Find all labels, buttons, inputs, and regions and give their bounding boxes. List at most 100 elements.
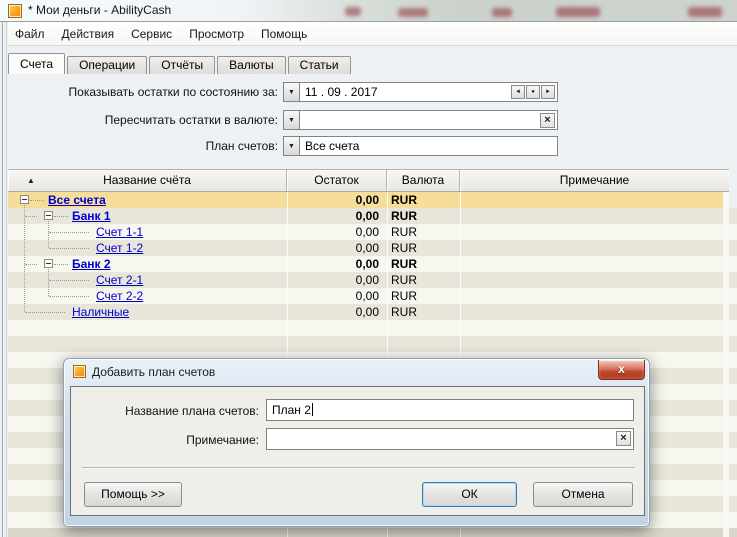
dialog-body: Название плана счетов: План 2 Примечание… bbox=[70, 386, 645, 516]
tab-currencies[interactable]: Валюты bbox=[217, 56, 286, 74]
note-label: Примечание: bbox=[71, 430, 259, 450]
currency-value: RUR bbox=[391, 256, 451, 272]
tree-line bbox=[54, 216, 68, 217]
tab-accounts[interactable]: Счета bbox=[8, 53, 65, 74]
account-link[interactable]: Банк 1 bbox=[72, 208, 111, 224]
balance-value: 0,00 bbox=[208, 192, 379, 208]
currency-input[interactable]: × bbox=[300, 110, 558, 130]
tree-collapse-icon[interactable] bbox=[44, 211, 53, 220]
menu-item-0[interactable]: Файл bbox=[13, 22, 47, 46]
account-link[interactable]: Счет 2-2 bbox=[96, 288, 143, 304]
currency-value: RUR bbox=[391, 224, 451, 240]
currency-value: RUR bbox=[391, 304, 451, 320]
empty-row bbox=[8, 528, 737, 537]
table-right-edge bbox=[723, 192, 729, 537]
tree-line bbox=[48, 221, 49, 248]
date-today-button[interactable]: ● bbox=[526, 85, 540, 99]
currency-dropdown-icon[interactable]: ▼ bbox=[283, 110, 300, 130]
tree-line bbox=[25, 216, 37, 217]
help-button[interactable]: Помощь >> bbox=[84, 482, 182, 507]
note-input[interactable]: × bbox=[266, 428, 634, 450]
tree-line bbox=[49, 248, 89, 249]
currency-value: RUR bbox=[391, 192, 451, 208]
menu-item-4[interactable]: Помощь bbox=[259, 22, 309, 46]
app-window: * Мои деньги - AbilityCash Файл Действия С… bbox=[0, 0, 737, 537]
account-link[interactable]: Банк 2 bbox=[72, 256, 111, 272]
empty-row bbox=[8, 320, 737, 336]
dialog-separator bbox=[82, 467, 635, 469]
tree-line bbox=[49, 280, 89, 281]
tree-line bbox=[25, 264, 37, 265]
column-header-currency[interactable]: Валюта bbox=[387, 170, 460, 191]
cancel-button[interactable]: Отмена bbox=[533, 482, 633, 507]
plan-filter-row: План счетов: ▼ Все счета bbox=[0, 136, 737, 156]
balance-value: 0,00 bbox=[208, 272, 379, 288]
currency-filter-row: Пересчитать остатки в валюте: ▼ × bbox=[0, 110, 737, 130]
table-row[interactable]: Счет 2-20,00RUR bbox=[8, 288, 737, 304]
plan-input[interactable]: Все счета bbox=[300, 136, 558, 156]
plan-name-value: План 2 bbox=[272, 403, 311, 417]
dialog-title: Добавить план счетов bbox=[92, 359, 215, 386]
balance-value: 0,00 bbox=[208, 224, 379, 240]
balance-value: 0,00 bbox=[208, 304, 379, 320]
plan-name-input[interactable]: План 2 bbox=[266, 399, 634, 421]
date-filter-row: Показывать остатки по состоянию за: ▼ 11… bbox=[0, 82, 737, 102]
account-link[interactable]: Счет 1-1 bbox=[96, 224, 143, 240]
account-link[interactable]: Все счета bbox=[48, 192, 106, 208]
tab-operations[interactable]: Операции bbox=[67, 56, 147, 74]
tree-collapse-icon[interactable] bbox=[44, 259, 53, 268]
balance-value: 0,00 bbox=[208, 240, 379, 256]
date-prev-button[interactable]: ◄ bbox=[511, 85, 525, 99]
column-header-name[interactable]: Название счёта bbox=[8, 170, 287, 191]
tree-line bbox=[25, 312, 65, 313]
ok-button[interactable]: ОК bbox=[422, 482, 517, 507]
currency-filter-label: Пересчитать остатки в валюте: bbox=[0, 110, 278, 130]
tab-reports[interactable]: Отчёты bbox=[149, 56, 215, 74]
table-row[interactable]: Все счета 0,00 RUR bbox=[8, 192, 726, 208]
plan-value: Все счета bbox=[305, 139, 359, 153]
date-input[interactable]: 11 . 09 . 2017 ◄●► bbox=[300, 82, 558, 102]
column-header-note[interactable]: Примечание bbox=[460, 170, 729, 191]
date-filter-label: Показывать остатки по состоянию за: bbox=[0, 82, 278, 102]
balance-value: 0,00 bbox=[208, 288, 379, 304]
tree-line bbox=[30, 200, 44, 201]
table-row[interactable]: Счет 1-1 0,00 RUR bbox=[8, 224, 737, 240]
currency-value: RUR bbox=[391, 208, 451, 224]
empty-row bbox=[8, 336, 737, 352]
menu-item-3[interactable]: Просмотр bbox=[187, 22, 246, 46]
table-row[interactable]: Банк 2 0,00 RUR bbox=[8, 256, 737, 272]
glass-artifact bbox=[398, 8, 428, 17]
tree-line bbox=[48, 269, 49, 296]
close-icon[interactable]: x bbox=[598, 360, 645, 380]
balance-value: 0,00 bbox=[208, 208, 379, 224]
text-cursor bbox=[312, 403, 313, 416]
tab-strip: СчетаОперацииОтчётыВалютыСтатьи bbox=[8, 53, 353, 74]
app-icon bbox=[8, 4, 22, 18]
window-title: * Мои деньги - AbilityCash bbox=[28, 0, 171, 21]
menu-item-1[interactable]: Действия bbox=[60, 22, 117, 46]
account-link[interactable]: Наличные bbox=[72, 304, 129, 320]
table-row[interactable]: Счет 2-1 0,00 RUR bbox=[8, 272, 737, 288]
glass-artifact bbox=[345, 7, 361, 16]
currency-clear-icon[interactable]: × bbox=[540, 113, 555, 128]
table-row[interactable]: Наличные 0,00 RUR bbox=[8, 304, 737, 320]
add-plan-dialog: Добавить план счетов x Название плана сч… bbox=[63, 358, 650, 527]
tab-articles[interactable]: Статьи bbox=[288, 56, 351, 74]
title-bar[interactable]: * Мои деньги - AbilityCash bbox=[0, 0, 737, 22]
account-link[interactable]: Счет 1-2 bbox=[96, 240, 143, 256]
column-header-balance[interactable]: Остаток bbox=[287, 170, 387, 191]
note-clear-icon[interactable]: × bbox=[616, 431, 631, 446]
tree-line bbox=[24, 205, 25, 312]
currency-value: RUR bbox=[391, 272, 451, 288]
plan-dropdown-icon[interactable]: ▼ bbox=[283, 136, 300, 156]
table-row[interactable]: Банк 1 0,00 RUR bbox=[8, 208, 737, 224]
account-link[interactable]: Счет 2-1 bbox=[96, 272, 143, 288]
dialog-icon bbox=[73, 365, 86, 378]
table-row[interactable]: Счет 1-20,00RUR bbox=[8, 240, 737, 256]
menu-item-2[interactable]: Сервис bbox=[129, 22, 174, 46]
glass-artifact bbox=[688, 7, 722, 17]
tree-collapse-icon[interactable] bbox=[20, 195, 29, 204]
balance-value: 0,00 bbox=[208, 256, 379, 272]
date-dropdown-icon[interactable]: ▼ bbox=[283, 82, 300, 102]
date-next-button[interactable]: ► bbox=[541, 85, 555, 99]
